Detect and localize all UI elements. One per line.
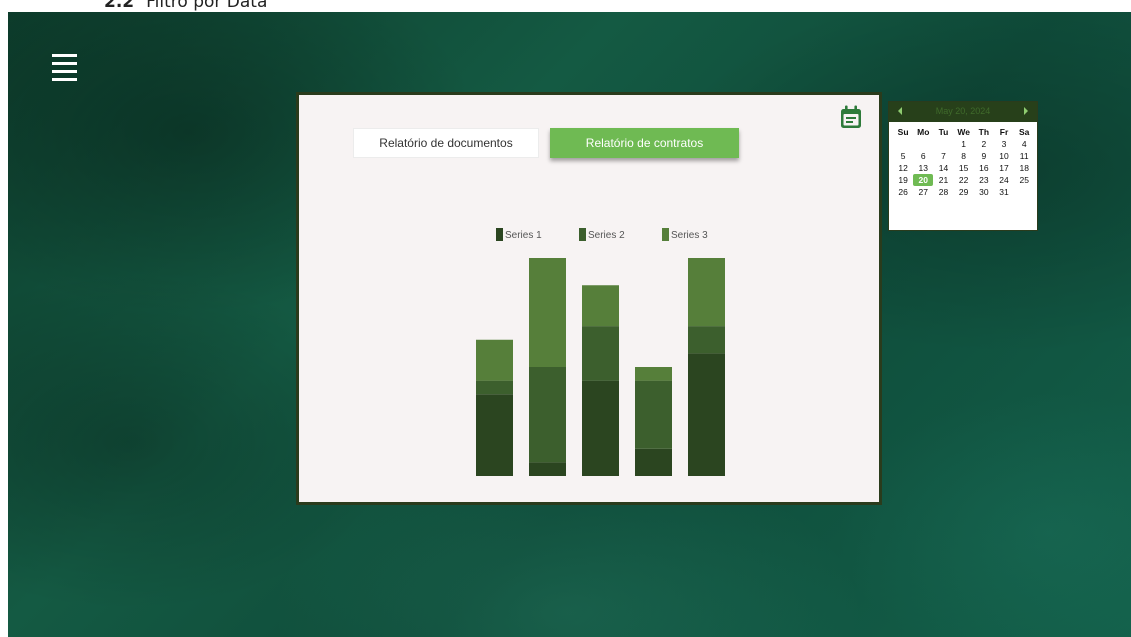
bar-segment-series-3 (476, 339, 513, 381)
section-title: Filtro por Data (146, 0, 268, 12)
weekday-label: Sa (1019, 127, 1030, 137)
day-cell[interactable]: 16 (974, 162, 994, 174)
weekday-label: Mo (917, 127, 930, 137)
document-section-heading: 2.2 Filtro por Data (104, 0, 268, 12)
date-picker: May 20, 2024 Su Mo Tu We Th Fr Sa 1 2 3 4 5 6 7 8 9 10 11… (888, 101, 1038, 231)
week-row: 5 6 7 8 9 10 11 (893, 150, 1035, 162)
day-cell[interactable]: 1 (954, 138, 974, 150)
weekday-label: Fr (999, 127, 1009, 137)
report-panel: Relatório de documentos Relatório de con… (296, 92, 882, 505)
day-cell[interactable]: 3 (994, 138, 1014, 150)
day-cell[interactable]: 11 (1014, 150, 1034, 162)
day-cell[interactable]: 4 (1014, 138, 1034, 150)
hamburger-menu-icon[interactable] (52, 52, 80, 82)
bar-segment-series-3 (635, 367, 672, 381)
day-cell[interactable]: 8 (954, 150, 974, 162)
bar-segment-series-3 (582, 285, 619, 327)
legend-item: Series 3 (662, 228, 708, 241)
day-cell[interactable]: 13 (913, 162, 933, 174)
legend-swatch (662, 228, 669, 241)
week-row: 26 27 28 29 30 31 (893, 186, 1035, 198)
next-month-icon[interactable] (1024, 107, 1028, 115)
legend-item: Series 1 (496, 228, 542, 241)
week-row: 19 20 21 22 23 24 25 (893, 174, 1035, 186)
bar-segment-series-1 (582, 380, 619, 476)
bar-segment-series-1 (529, 462, 566, 476)
selected-day-cell[interactable]: 20 (913, 174, 934, 186)
empty-day-cell (893, 138, 913, 150)
day-cell[interactable]: 19 (893, 174, 913, 186)
week-row: 1234 (893, 138, 1035, 150)
legend-label: Series 1 (505, 230, 542, 241)
day-cell[interactable]: 22 (954, 174, 974, 186)
day-cell[interactable]: 14 (933, 162, 953, 174)
empty-day-cell (913, 138, 933, 150)
day-cell[interactable]: 18 (1014, 162, 1034, 174)
legend-swatch (496, 228, 503, 241)
day-cell[interactable]: 2 (974, 138, 994, 150)
legend-label: Series 3 (671, 230, 708, 241)
empty-day-cell (933, 138, 953, 150)
weekday-label: Th (978, 127, 990, 137)
bar-segment-series-2 (476, 380, 513, 395)
bar-segment-series-1 (635, 448, 672, 476)
day-cell[interactable]: 9 (974, 150, 994, 162)
day-cell[interactable]: 15 (954, 162, 974, 174)
bar-segment-series-2 (582, 326, 619, 381)
bar-segment-series-2 (529, 367, 566, 463)
weekday-label: Tu (938, 127, 949, 137)
week-row: 12 13 14 15 16 17 18 (893, 162, 1035, 174)
bar-segment-series-3 (688, 258, 725, 327)
day-cell[interactable]: 25 (1014, 174, 1034, 186)
day-cell[interactable]: 6 (913, 150, 933, 162)
legend-item: Series 2 (579, 228, 625, 241)
bar-segment-series-2 (688, 326, 725, 354)
day-cell[interactable]: 23 (974, 174, 994, 186)
day-cell[interactable]: 28 (933, 186, 953, 198)
day-cell[interactable]: 24 (994, 174, 1014, 186)
day-cell[interactable]: 31 (994, 186, 1014, 198)
day-cell[interactable]: 17 (994, 162, 1014, 174)
empty-day-cell (1014, 186, 1034, 198)
date-picker-title[interactable]: May 20, 2024 (909, 106, 1017, 116)
bar-segment-series-3 (529, 258, 566, 367)
day-cell[interactable]: 12 (893, 162, 913, 174)
day-cell[interactable]: 5 (893, 150, 913, 162)
day-cell[interactable]: 27 (913, 186, 933, 198)
weekday-label: We (957, 127, 970, 137)
weekday-label: Su (897, 127, 909, 137)
day-cell[interactable]: 29 (954, 186, 974, 198)
bar-segment-series-2 (635, 380, 672, 449)
stacked-bar-chart: Series 1 Series 2 Series 3 (476, 228, 725, 476)
day-cell[interactable]: 30 (974, 186, 994, 198)
section-number: 2.2 (104, 0, 135, 12)
date-picker-header: May 20, 2024 (889, 102, 1037, 122)
bar-segment-series-1 (476, 394, 513, 476)
weekday-header-row: Su Mo Tu We Th Fr Sa (893, 126, 1035, 138)
day-cell[interactable]: 26 (893, 186, 913, 198)
day-cell[interactable]: 10 (994, 150, 1014, 162)
bar-segment-series-1 (688, 353, 725, 476)
date-picker-grid: Su Mo Tu We Th Fr Sa 1 2 3 4 5 6 7 8 9 10 11 12 13 14 15 16 17 1… (893, 126, 1035, 198)
legend-swatch (579, 228, 586, 241)
previous-month-icon[interactable] (898, 107, 902, 115)
day-cell[interactable]: 7 (933, 150, 953, 162)
app-screen: Relatório de documentos Relatório de con… (8, 12, 1131, 637)
day-cell[interactable]: 21 (933, 174, 953, 186)
legend-label: Series 2 (588, 230, 625, 241)
